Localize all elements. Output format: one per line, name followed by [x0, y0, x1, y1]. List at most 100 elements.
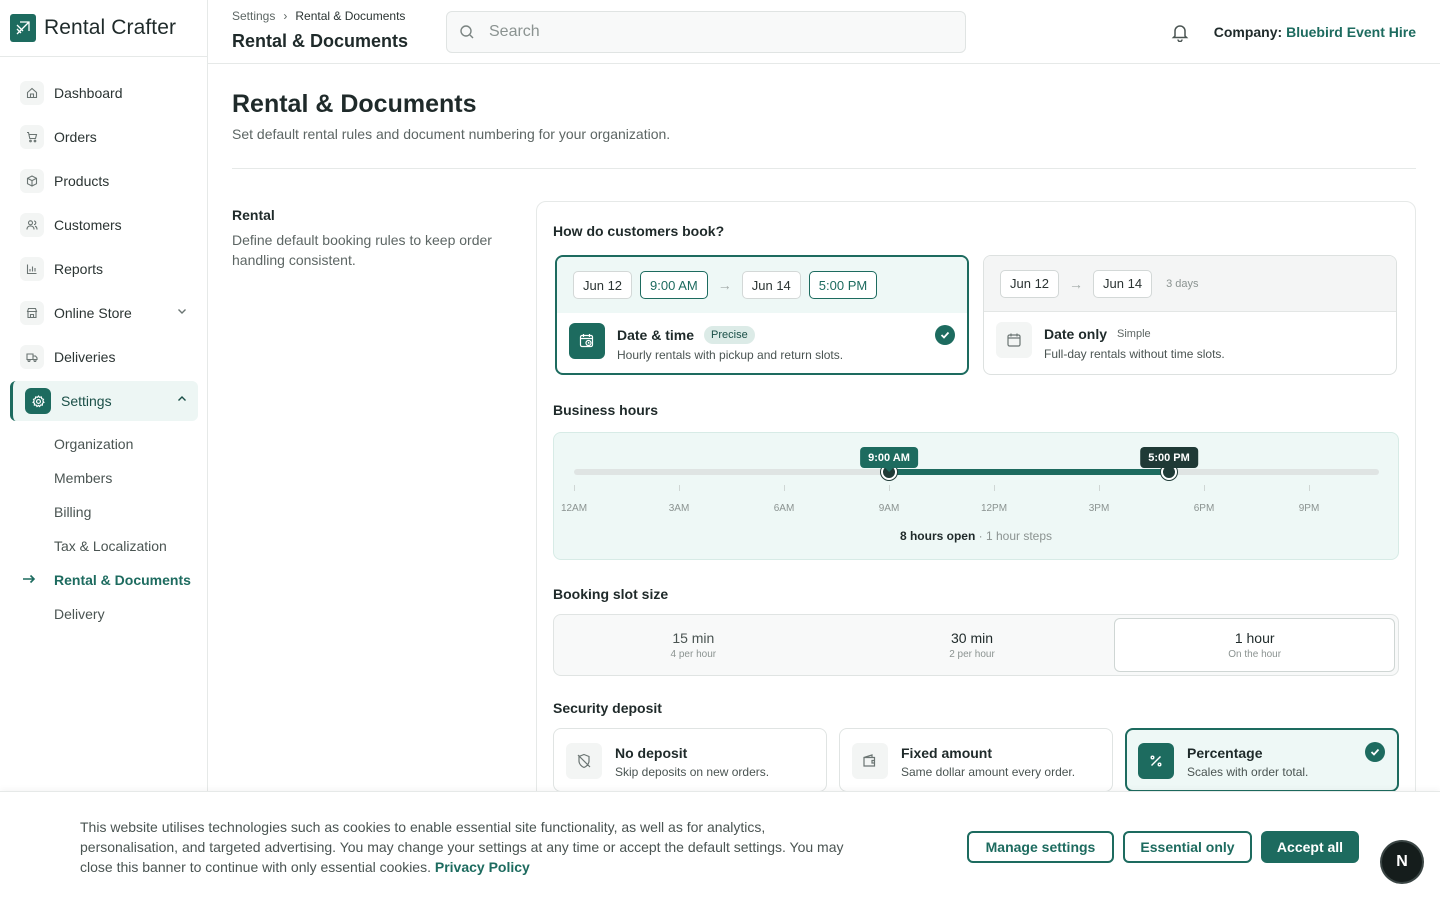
check-icon [1365, 742, 1385, 762]
sidebar-item-label: Online Store [54, 305, 132, 321]
slot-option-label: 1 hour [1234, 630, 1275, 646]
cart-icon [20, 125, 44, 149]
sidebar-sub-label: Rental & Documents [54, 572, 191, 588]
chevron-down-icon[interactable] [176, 305, 188, 317]
range-arrow: → [1069, 275, 1084, 292]
close-time-tooltip: 5:00 PM [1140, 447, 1198, 472]
brand[interactable]: Rental Crafter [0, 0, 207, 57]
sidebar-item-orders[interactable]: Orders [0, 115, 208, 159]
hour-tick [994, 485, 995, 491]
essential-only-button[interactable]: Essential only [1123, 831, 1252, 863]
hour-tick-label: 6PM [1193, 503, 1215, 514]
sidebar-sub-rental-documents[interactable]: Rental & Documents [0, 563, 208, 597]
hour-tick-label: 3AM [668, 503, 690, 514]
slot-option-sub: 2 per hour [949, 649, 995, 660]
search-input[interactable] [489, 23, 929, 41]
option-description: Hourly rentals with pickup and return sl… [617, 348, 844, 362]
hour-tick [679, 485, 680, 491]
option-badge: Simple [1117, 328, 1151, 340]
deposit-option-name: No deposit [615, 745, 688, 761]
sidebar-item-online-store[interactable]: Online Store [0, 291, 208, 335]
hours-step-note: · 1 hour steps [978, 529, 1053, 543]
sidebar-item-label: Orders [54, 129, 97, 145]
option-name: Date & time Precise [617, 326, 755, 344]
sidebar-item-label: Customers [54, 217, 122, 233]
slot-option-15-min[interactable]: 15 min 4 per hour [554, 615, 833, 675]
sidebar-nav: Dashboard Orders Products Customers Repo… [0, 71, 208, 631]
sidebar-item-deliveries[interactable]: Deliveries [0, 335, 208, 379]
slot-option-sub: On the hour [1228, 649, 1282, 660]
main-content: Rental & Documents Set default rental ru… [208, 64, 1440, 900]
deposit-option-fixed[interactable]: Fixed amount Same dollar amount every or… [839, 728, 1113, 792]
sidebar-sub-billing[interactable]: Billing [0, 495, 208, 529]
deposit-option-none[interactable]: No deposit Skip deposits on new orders. [553, 728, 827, 792]
search-icon [459, 24, 475, 40]
brand-name: Rental Crafter [44, 16, 177, 39]
divider [232, 168, 1416, 169]
deposit-option-description: Same dollar amount every order. [901, 765, 1076, 779]
sidebar-item-dashboard[interactable]: Dashboard [0, 71, 208, 115]
arrow-right-icon [22, 572, 36, 586]
sidebar-item-reports[interactable]: Reports [0, 247, 208, 291]
slot-option-1-hour[interactable]: 1 hour On the hour [1114, 618, 1396, 672]
bell-icon[interactable] [1170, 22, 1190, 42]
sidebar-item-customers[interactable]: Customers [0, 203, 208, 247]
top-bar: Settings › Rental & Documents Rental & D… [208, 0, 1440, 64]
deposit-label: Security deposit [553, 700, 662, 716]
end-date-chip: Jun 14 [741, 271, 801, 299]
option-badge: Precise [704, 326, 755, 344]
hour-tick [1099, 485, 1100, 491]
cookie-text: This website utilises technologies such … [80, 817, 850, 877]
chevron-up-icon[interactable] [176, 393, 188, 405]
logo-icon [10, 14, 36, 42]
search-box[interactable] [446, 11, 966, 53]
business-hours-label: Business hours [553, 402, 659, 418]
business-hours-slider: 9:00 AM 5:00 PM 12AM 3AM 6AM 9AM 12PM 3PM 6PM 9… [553, 432, 1399, 560]
sidebar-sub-organization[interactable]: Organization [0, 427, 208, 461]
sidebar-sub-delivery[interactable]: Delivery [0, 597, 208, 631]
sidebar: Rental Crafter Dashboard Orders Products… [0, 0, 208, 900]
accept-all-button[interactable]: Accept all [1261, 831, 1359, 863]
manage-settings-button[interactable]: Manage settings [967, 831, 1114, 863]
calendar-icon [996, 322, 1032, 358]
page-subtitle: Set default rental rules and document nu… [232, 126, 671, 142]
slot-option-30-min[interactable]: 30 min 2 per hour [833, 615, 1112, 675]
deposit-option-name: Percentage [1187, 745, 1263, 761]
header-title: Rental & Documents [232, 31, 409, 51]
privacy-policy-link[interactable]: Privacy Policy [435, 859, 530, 875]
sidebar-item-label: Settings [61, 393, 112, 409]
sidebar-sub-members[interactable]: Members [0, 461, 208, 495]
deposit-option-percentage[interactable]: Percentage Scales with order total. [1125, 728, 1399, 792]
breadcrumb-settings[interactable]: Settings [232, 9, 275, 23]
calendar-clock-icon [569, 323, 605, 359]
sidebar-item-settings[interactable]: Settings [10, 381, 198, 421]
slot-option-sub: 4 per hour [670, 649, 717, 660]
deposit-option-description: Skip deposits on new orders. [615, 765, 770, 779]
sidebar-item-label: Products [54, 173, 110, 189]
section-description: Define default booking rules to keep ord… [232, 232, 492, 268]
option-description: Full-day rentals without time slots. [1044, 347, 1225, 361]
hour-tick-label: 3PM [1088, 503, 1110, 514]
hour-tick-label: 9AM [878, 503, 900, 514]
slider-track[interactable] [574, 464, 1379, 480]
hour-tick [889, 485, 890, 491]
assistant-badge[interactable]: N [1382, 842, 1422, 882]
app-root: Rental Crafter Dashboard Orders Products… [0, 0, 1440, 900]
hour-tick [784, 485, 785, 491]
start-date-chip: Jun 12 [1000, 269, 1060, 298]
company-selector[interactable]: Company: Bluebird Event Hire [1214, 24, 1416, 40]
booking-option-date-time[interactable]: Jun 12 9:00 AM → Jun 14 5:00 PM Date & t… [555, 255, 969, 375]
company-name: Bluebird Event Hire [1286, 24, 1416, 40]
duration-label: 3 days [1166, 277, 1199, 290]
percent-icon [1138, 743, 1174, 779]
sidebar-sub-tax-localization[interactable]: Tax & Localization [0, 529, 208, 563]
sidebar-item-products[interactable]: Products [0, 159, 208, 203]
home-icon [20, 81, 44, 105]
users-icon [20, 213, 44, 237]
booking-option-date-only[interactable]: Jun 12 → Jun 14 3 days Date only Simple … [983, 255, 1397, 375]
start-time-chip: 9:00 AM [640, 271, 708, 299]
booking-question: How do customers book? [553, 223, 725, 239]
hours-open-text: 8 hours open [899, 529, 976, 543]
box-icon [20, 169, 44, 193]
breadcrumb-separator: › [283, 9, 288, 23]
